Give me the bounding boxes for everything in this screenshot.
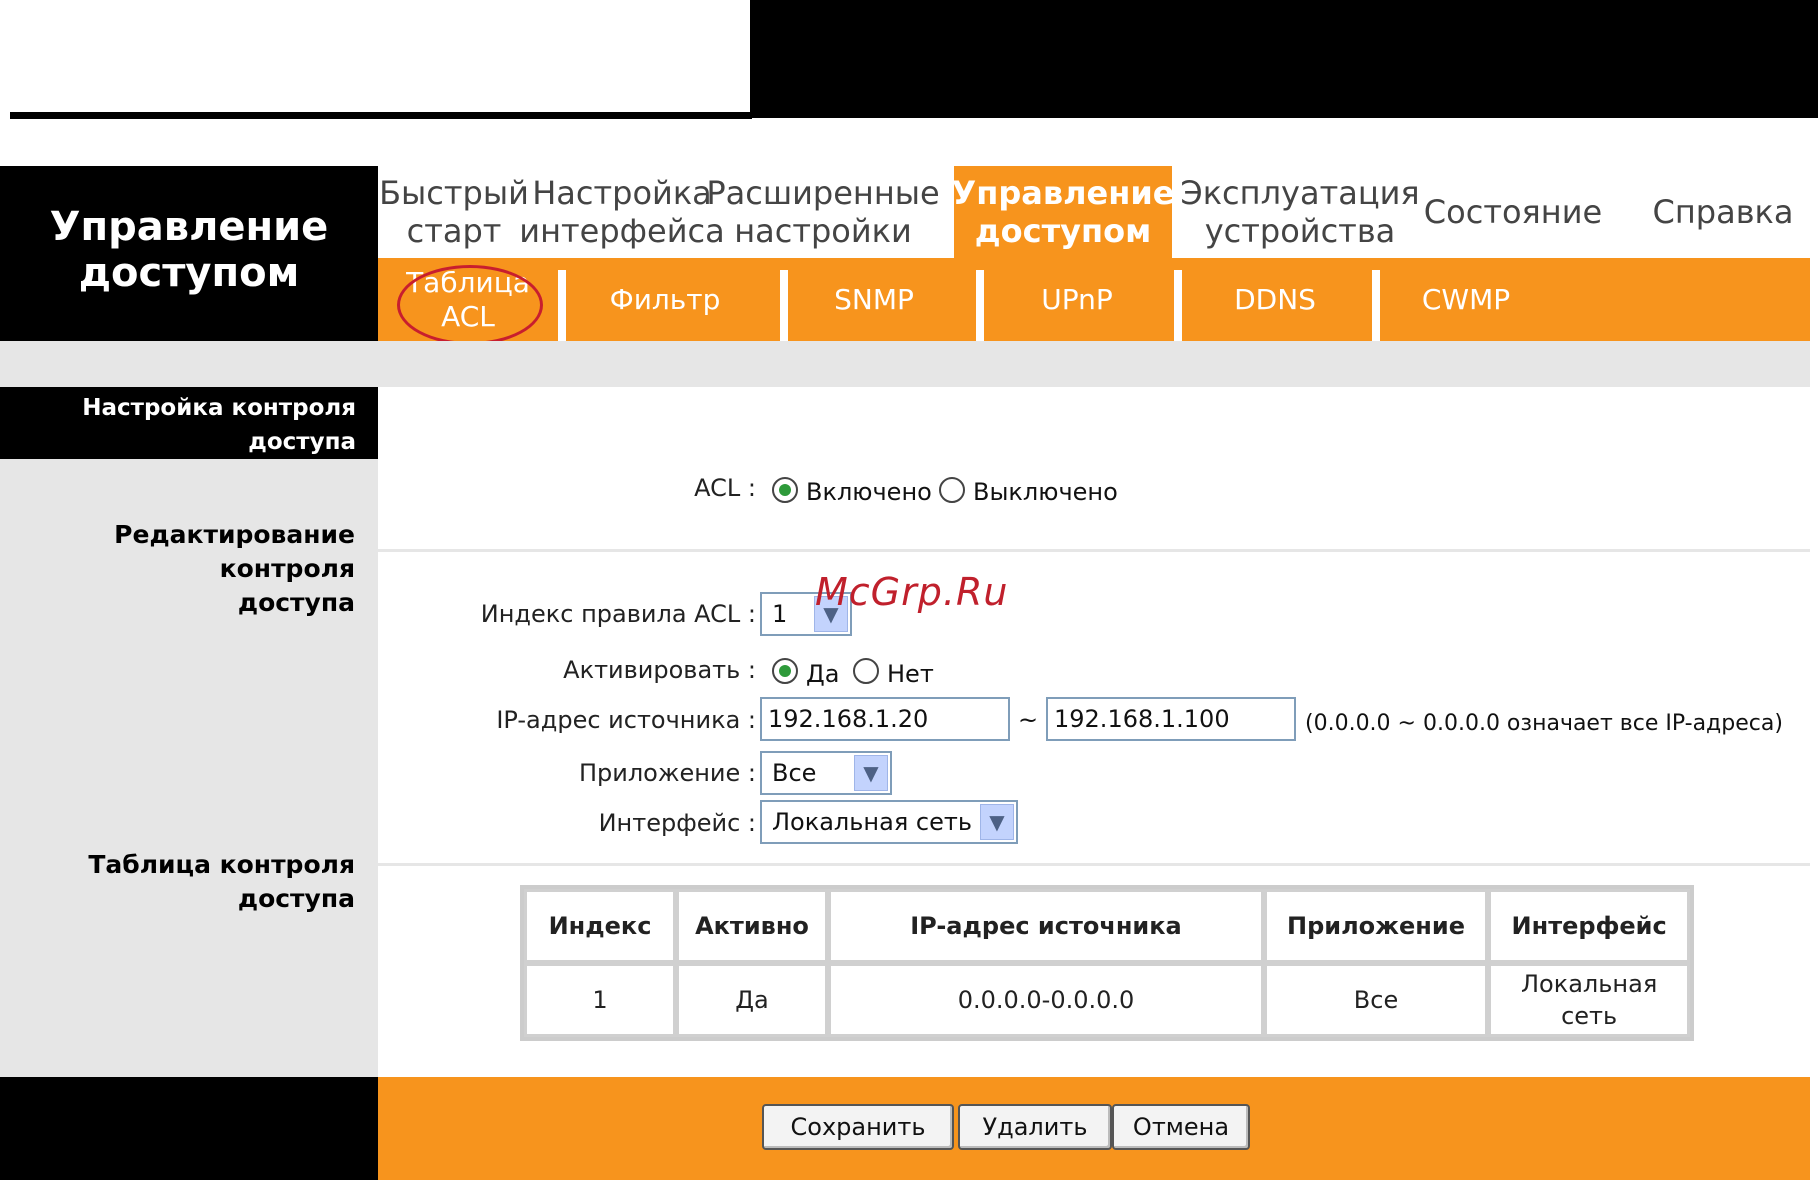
activate-yes-label: Да — [806, 660, 840, 688]
section-label: Таблица контроля доступа — [88, 850, 355, 913]
tab-label: DDNS — [1234, 282, 1316, 316]
table-cell: 1 — [524, 963, 676, 1037]
menu-label: настройки — [734, 212, 912, 250]
menu-label: устройства — [1204, 212, 1396, 250]
menu-label: доступом — [974, 212, 1152, 250]
menu-label: интерфейса — [519, 212, 725, 250]
acl-table: Индекс Активно IP-адрес источника Прилож… — [520, 885, 1695, 1041]
activate-no-label: Нет — [887, 660, 934, 688]
tab-upnp[interactable]: UPnP — [984, 258, 1170, 341]
column-header: Приложение — [1264, 889, 1488, 963]
cancel-button[interactable]: Отмена — [1112, 1104, 1250, 1150]
acl-disabled-label: Выключено — [973, 478, 1118, 506]
delete-button[interactable]: Удалить — [958, 1104, 1112, 1150]
menu-label: Эксплуатация — [1180, 174, 1420, 212]
tab-filter[interactable]: Фильтр — [566, 258, 764, 341]
interface-select[interactable]: Локальная сеть ▼ — [760, 800, 1018, 844]
menu-status[interactable]: Состояние — [1418, 166, 1608, 258]
tab-ddns[interactable]: DDNS — [1182, 258, 1368, 341]
source-ip-to-input[interactable] — [1046, 697, 1296, 741]
top-black-banner — [750, 0, 1818, 118]
table-cell: Все — [1264, 963, 1488, 1037]
footer-left — [0, 1077, 378, 1180]
rule-index-value: 1 — [772, 600, 788, 628]
section-access-table: Таблица контроля доступа — [0, 848, 355, 916]
divider — [378, 863, 1810, 866]
menu-label: Состояние — [1423, 193, 1603, 231]
menu-help[interactable]: Справка — [1636, 166, 1810, 258]
source-ip-label: IP-адрес источника : — [496, 706, 756, 734]
tab-label: SNMP — [834, 282, 914, 316]
column-header: Активно — [676, 889, 828, 963]
application-value: Все — [772, 759, 817, 787]
tab-label: CWMP — [1421, 282, 1511, 316]
table-cell: 0.0.0.0-0.0.0.0 — [828, 963, 1264, 1037]
rule-index-label: Индекс правила ACL : — [480, 600, 756, 628]
acl-label: ACL : — [694, 474, 756, 502]
tab-separator — [558, 270, 566, 341]
ip-range-hint: (0.0.0.0 ~ 0.0.0.0 означает все IP-адрес… — [1305, 711, 1783, 736]
top-rule — [10, 112, 752, 119]
chevron-down-icon: ▼ — [980, 804, 1014, 840]
column-header: IP-адрес источника — [828, 889, 1264, 963]
acl-enabled-label: Включено — [806, 478, 932, 506]
page-title-line2: доступом — [78, 250, 300, 296]
acl-disabled-radio[interactable] — [939, 477, 965, 503]
menu-label: Настройка — [532, 174, 712, 212]
table-row[interactable]: 1 Да 0.0.0.0-0.0.0.0 Все Локальная сеть — [524, 963, 1691, 1037]
menu-access-management[interactable]: Управление доступом — [951, 166, 1175, 258]
application-select[interactable]: Все ▼ — [760, 751, 892, 795]
tab-label: UPnP — [1041, 282, 1113, 316]
application-label: Приложение : — [578, 759, 756, 787]
gray-band — [0, 341, 1810, 387]
interface-label: Интерфейс : — [598, 809, 756, 837]
table-header-row: Индекс Активно IP-адрес источника Прилож… — [524, 889, 1691, 963]
column-header: Индекс — [524, 889, 676, 963]
menu-maintenance[interactable]: Эксплуатация устройства — [1180, 166, 1419, 258]
tab-cwmp[interactable]: CWMP — [1380, 258, 1552, 341]
menu-label: старт — [406, 212, 502, 250]
menu-label: Быстрый — [379, 174, 529, 212]
ip-range-separator: ~ — [1018, 706, 1039, 734]
table-cell: Локальная сеть — [1488, 963, 1691, 1037]
tab-separator — [976, 270, 984, 341]
table-cell: Да — [676, 963, 828, 1037]
activate-no-radio[interactable] — [853, 658, 879, 684]
left-column — [0, 387, 378, 1077]
section-label: Настройка контроля — [82, 395, 356, 421]
activate-yes-radio[interactable] — [772, 658, 798, 684]
tab-label: Фильтр — [609, 282, 721, 316]
page-title: Управление доступом — [0, 166, 378, 341]
menu-interface-setup[interactable]: Настройка интерфейса — [519, 166, 724, 258]
divider — [378, 549, 1810, 552]
sub-menu: Таблица ACL Фильтр SNMP UPnP DDNS CWMP — [378, 258, 1810, 341]
tab-separator — [780, 270, 788, 341]
section-label: Редактирование контроля — [114, 520, 355, 583]
menu-label: Справка — [1652, 193, 1794, 231]
chevron-down-icon: ▼ — [854, 755, 888, 791]
menu-quick-start[interactable]: Быстрый старт — [378, 166, 530, 258]
section-label: доступа — [248, 429, 356, 455]
watermark: McGrp.Ru — [815, 570, 1009, 614]
activate-label: Активировать : — [563, 656, 756, 684]
tab-snmp[interactable]: SNMP — [788, 258, 960, 341]
menu-label: Управление — [951, 174, 1175, 212]
section-label: доступа — [237, 588, 355, 617]
interface-value: Локальная сеть — [772, 808, 972, 836]
acl-enabled-radio[interactable] — [772, 477, 798, 503]
source-ip-from-input[interactable] — [760, 697, 1010, 741]
tab-separator — [1372, 270, 1380, 341]
section-edit-access: Редактирование контроля доступа — [0, 518, 355, 620]
main-menu: Быстрый старт Настройка интерфейса Расшире… — [378, 166, 1810, 258]
section-access-settings: Настройка контроля доступа — [0, 387, 378, 459]
highlight-circle — [397, 265, 543, 345]
column-header: Интерфейс — [1488, 889, 1691, 963]
menu-label: Расширенные — [706, 174, 940, 212]
tab-separator — [1174, 270, 1182, 341]
save-button[interactable]: Сохранить — [762, 1104, 954, 1150]
page-title-line1: Управление — [49, 204, 329, 250]
menu-advanced-setup[interactable]: Расширенные настройки — [706, 166, 939, 258]
